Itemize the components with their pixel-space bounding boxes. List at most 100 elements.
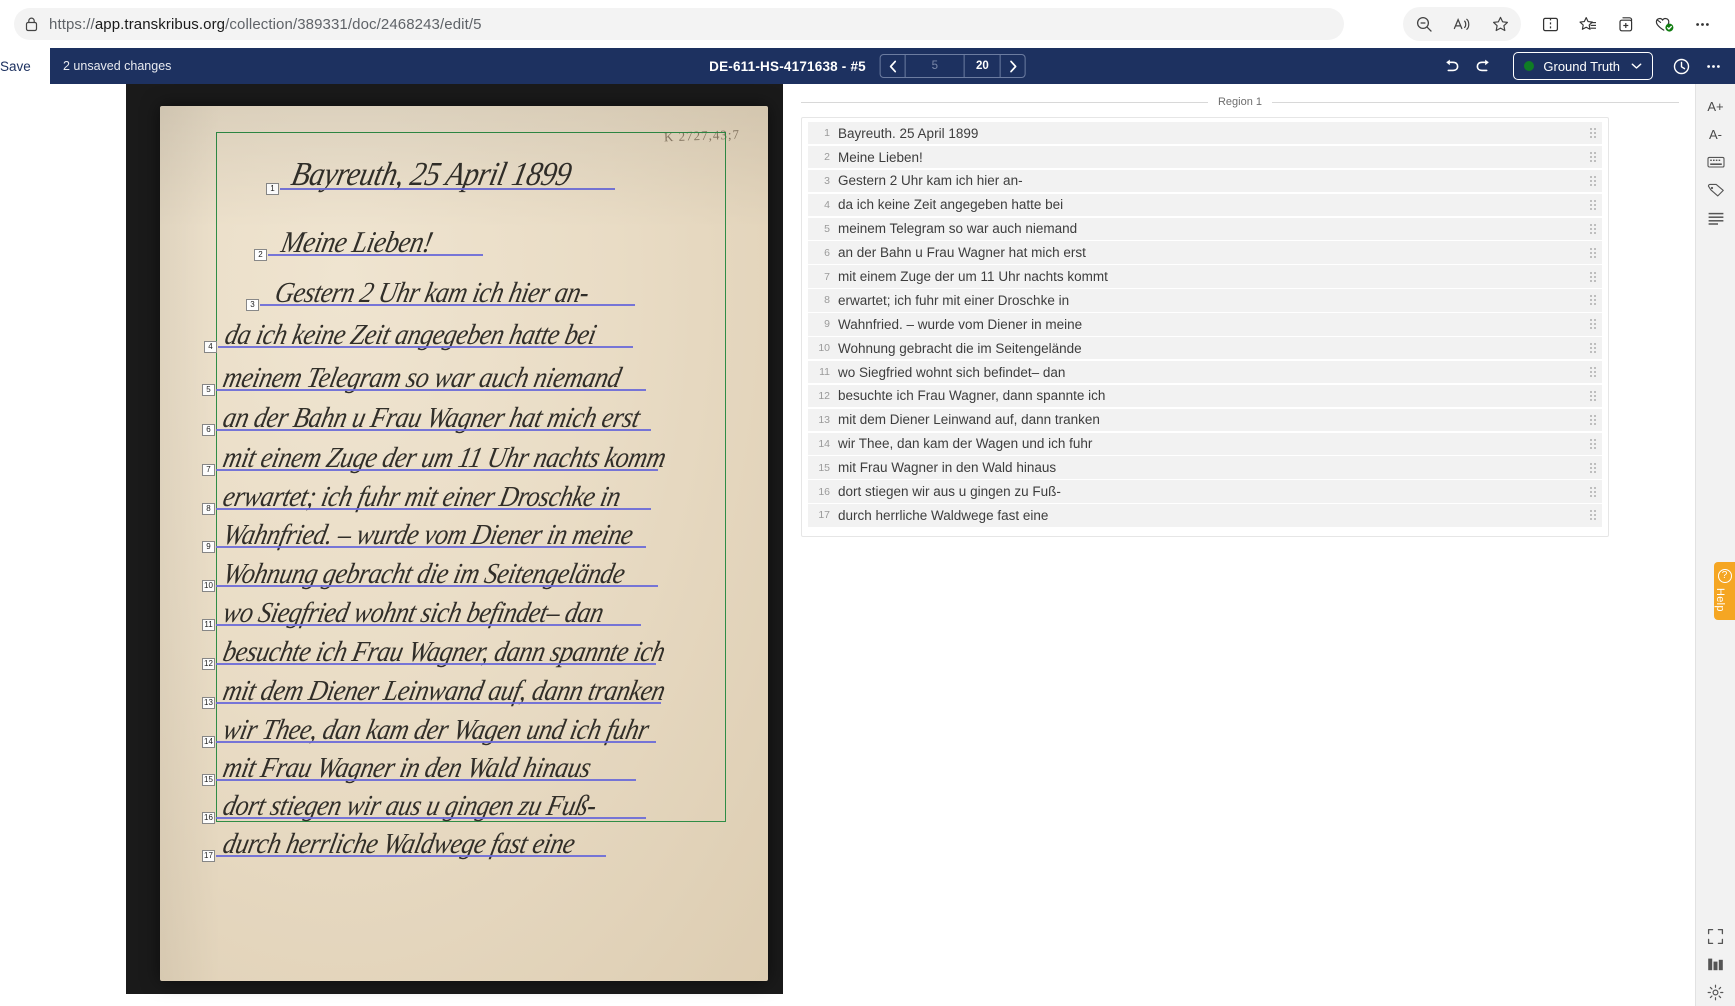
drag-handle-icon[interactable] — [1584, 128, 1602, 139]
manuscript-line-number[interactable]: 5 — [202, 384, 215, 396]
transcript-line-row[interactable]: 5 meinem Telegram so war auch niemand — [808, 217, 1602, 240]
manuscript-line-number[interactable]: 16 — [202, 812, 215, 824]
drag-handle-icon[interactable] — [1584, 510, 1602, 521]
baseline[interactable] — [268, 254, 483, 257]
baseline[interactable] — [216, 546, 646, 549]
settings-gear-icon[interactable] — [1701, 978, 1731, 1006]
status-dropdown-ground-truth[interactable]: Ground Truth — [1513, 52, 1653, 80]
fullscreen-icon[interactable] — [1701, 922, 1731, 950]
manuscript-line-number[interactable]: 12 — [202, 658, 215, 670]
manuscript-line-number[interactable]: 11 — [202, 619, 215, 631]
undo-icon[interactable] — [1435, 51, 1467, 81]
collections-star-icon[interactable] — [1569, 7, 1607, 41]
baseline[interactable] — [216, 855, 606, 858]
manuscript-line-number[interactable]: 9 — [202, 541, 215, 553]
transcript-line-text[interactable]: meinem Telegram so war auch niemand — [838, 221, 1584, 236]
manuscript-line-number[interactable]: 3 — [246, 299, 259, 311]
baseline[interactable] — [218, 346, 633, 349]
transcript-line-text[interactable]: erwartet; ich fuhr mit einer Droschke in — [838, 293, 1584, 308]
transcript-line-row[interactable]: 10 Wohnung gebracht die im Seitengelände — [808, 337, 1602, 360]
drag-handle-icon[interactable] — [1584, 295, 1602, 306]
baseline[interactable] — [280, 188, 615, 191]
next-page-button[interactable] — [1001, 55, 1025, 77]
baseline[interactable] — [216, 817, 646, 820]
baseline[interactable] — [216, 702, 661, 705]
transcript-line-text[interactable]: wir Thee, dan kam der Wagen und ich fuhr — [838, 436, 1584, 451]
transcript-line-row[interactable]: 6 an der Bahn u Frau Wagner hat mich erst — [808, 241, 1602, 264]
drag-handle-icon[interactable] — [1584, 271, 1602, 282]
manuscript-line-number[interactable]: 14 — [202, 736, 215, 748]
add-tab-group-icon[interactable] — [1607, 7, 1645, 41]
redo-icon[interactable] — [1467, 51, 1499, 81]
transcript-line-text[interactable]: durch herrliche Waldwege fast eine — [838, 508, 1584, 523]
drag-handle-icon[interactable] — [1584, 438, 1602, 449]
transcript-line-text[interactable]: Wahnfried. – wurde vom Diener in meine — [838, 317, 1584, 332]
drag-handle-icon[interactable] — [1584, 175, 1602, 186]
manuscript-line-number[interactable]: 8 — [202, 503, 215, 515]
transcript-line-row[interactable]: 4 da ich keine Zeit angegeben hatte bei — [808, 193, 1602, 217]
manuscript-line-number[interactable]: 15 — [202, 774, 215, 786]
baseline[interactable] — [216, 663, 656, 666]
columns-layout-icon[interactable] — [1701, 950, 1731, 978]
transcript-line-text[interactable]: Meine Lieben! — [838, 150, 1584, 165]
transcript-line-row[interactable]: 9 Wahnfried. – wurde vom Diener in meine — [808, 313, 1602, 336]
manuscript-line-number[interactable]: 1 — [266, 183, 279, 195]
manuscript-line-number[interactable]: 6 — [202, 424, 215, 436]
font-increase-icon[interactable]: A+ — [1701, 92, 1731, 120]
transcript-line-text[interactable]: mit Frau Wagner in den Wald hinaus — [838, 460, 1584, 475]
image-canvas[interactable]: K 2727,43;7 Bayreuth, 25 April 1899 Meine… — [0, 84, 783, 1006]
drag-handle-icon[interactable] — [1584, 486, 1602, 497]
font-decrease-icon[interactable]: A- — [1701, 120, 1731, 148]
baseline[interactable] — [216, 469, 658, 472]
drag-handle-icon[interactable] — [1584, 223, 1602, 234]
manuscript-line-number[interactable]: 17 — [202, 850, 215, 862]
drag-handle-icon[interactable] — [1584, 414, 1602, 425]
manuscript-line-number[interactable]: 2 — [254, 249, 267, 261]
baseline[interactable] — [216, 508, 651, 511]
transcript-line-text[interactable]: besuchte ich Frau Wagner, dann spannte i… — [838, 388, 1584, 403]
page-number-input[interactable] — [904, 55, 965, 77]
more-options-icon[interactable] — [1683, 7, 1721, 41]
transcript-line-row[interactable]: 2 Meine Lieben! — [808, 145, 1602, 169]
save-button[interactable]: Save — [0, 48, 50, 84]
drag-handle-icon[interactable] — [1584, 247, 1602, 258]
transcript-line-text[interactable]: dort stiegen wir aus u gingen zu Fuß- — [838, 484, 1584, 499]
transcript-line-text[interactable]: da ich keine Zeit angegeben hatte bei — [838, 197, 1584, 212]
transcript-line-text[interactable]: Bayreuth. 25 April 1899 — [838, 126, 1584, 141]
transcript-line-row[interactable]: 12 besuchte ich Frau Wagner, dann spannte… — [808, 384, 1602, 408]
transcript-line-row[interactable]: 8 erwartet; ich fuhr mit einer Droschke i… — [808, 289, 1602, 312]
transcript-line-text[interactable]: wo Siegfried wohnt sich befindet– dan — [838, 365, 1584, 380]
zoom-out-icon[interactable] — [1405, 7, 1443, 41]
baseline[interactable] — [216, 624, 641, 627]
previous-page-button[interactable] — [881, 55, 905, 77]
manuscript-page-image[interactable]: K 2727,43;7 Bayreuth, 25 April 1899 Meine… — [160, 106, 768, 981]
baseline[interactable] — [216, 429, 651, 432]
drag-handle-icon[interactable] — [1584, 319, 1602, 330]
baseline[interactable] — [216, 389, 646, 392]
transcript-line-text[interactable]: mit dem Diener Leinwand auf, dann tranke… — [838, 412, 1584, 427]
transcript-line-text[interactable]: Gestern 2 Uhr kam ich hier an- — [838, 173, 1584, 188]
drag-handle-icon[interactable] — [1584, 462, 1602, 473]
read-aloud-icon[interactable] — [1443, 7, 1481, 41]
baseline[interactable] — [216, 779, 636, 782]
transcript-line-row[interactable]: 16 dort stiegen wir aus u gingen zu Fuß- — [808, 480, 1602, 503]
keyboard-icon[interactable] — [1701, 148, 1731, 176]
browser-essentials-icon[interactable] — [1645, 7, 1683, 41]
drag-handle-icon[interactable] — [1584, 390, 1602, 401]
tags-icon[interactable] — [1701, 176, 1731, 204]
transcript-line-text[interactable]: Wohnung gebracht die im Seitengelände — [838, 341, 1584, 356]
baseline[interactable] — [216, 741, 656, 744]
transcript-line-row[interactable]: 14 wir Thee, dan kam der Wagen und ich fu… — [808, 432, 1602, 455]
image-viewer-panel[interactable]: K 2727,43;7 Bayreuth, 25 April 1899 Meine… — [0, 84, 783, 1006]
address-bar[interactable]: https://app.transkribus.org/collection/3… — [14, 8, 1344, 40]
manuscript-line-number[interactable]: 10 — [202, 580, 215, 592]
transcript-line-row[interactable]: 7 mit einem Zuge der um 11 Uhr nachts kom… — [808, 265, 1602, 288]
transcript-line-text[interactable]: mit einem Zuge der um 11 Uhr nachts komm… — [838, 269, 1584, 284]
drag-handle-icon[interactable] — [1584, 199, 1602, 210]
transcript-line-row[interactable]: 15 mit Frau Wagner in den Wald hinaus — [808, 456, 1602, 479]
manuscript-line-number[interactable]: 4 — [204, 341, 217, 353]
history-clock-icon[interactable] — [1665, 51, 1697, 81]
split-screen-icon[interactable] — [1531, 7, 1569, 41]
manuscript-line-number[interactable]: 7 — [202, 464, 215, 476]
drag-handle-icon[interactable] — [1584, 152, 1602, 163]
